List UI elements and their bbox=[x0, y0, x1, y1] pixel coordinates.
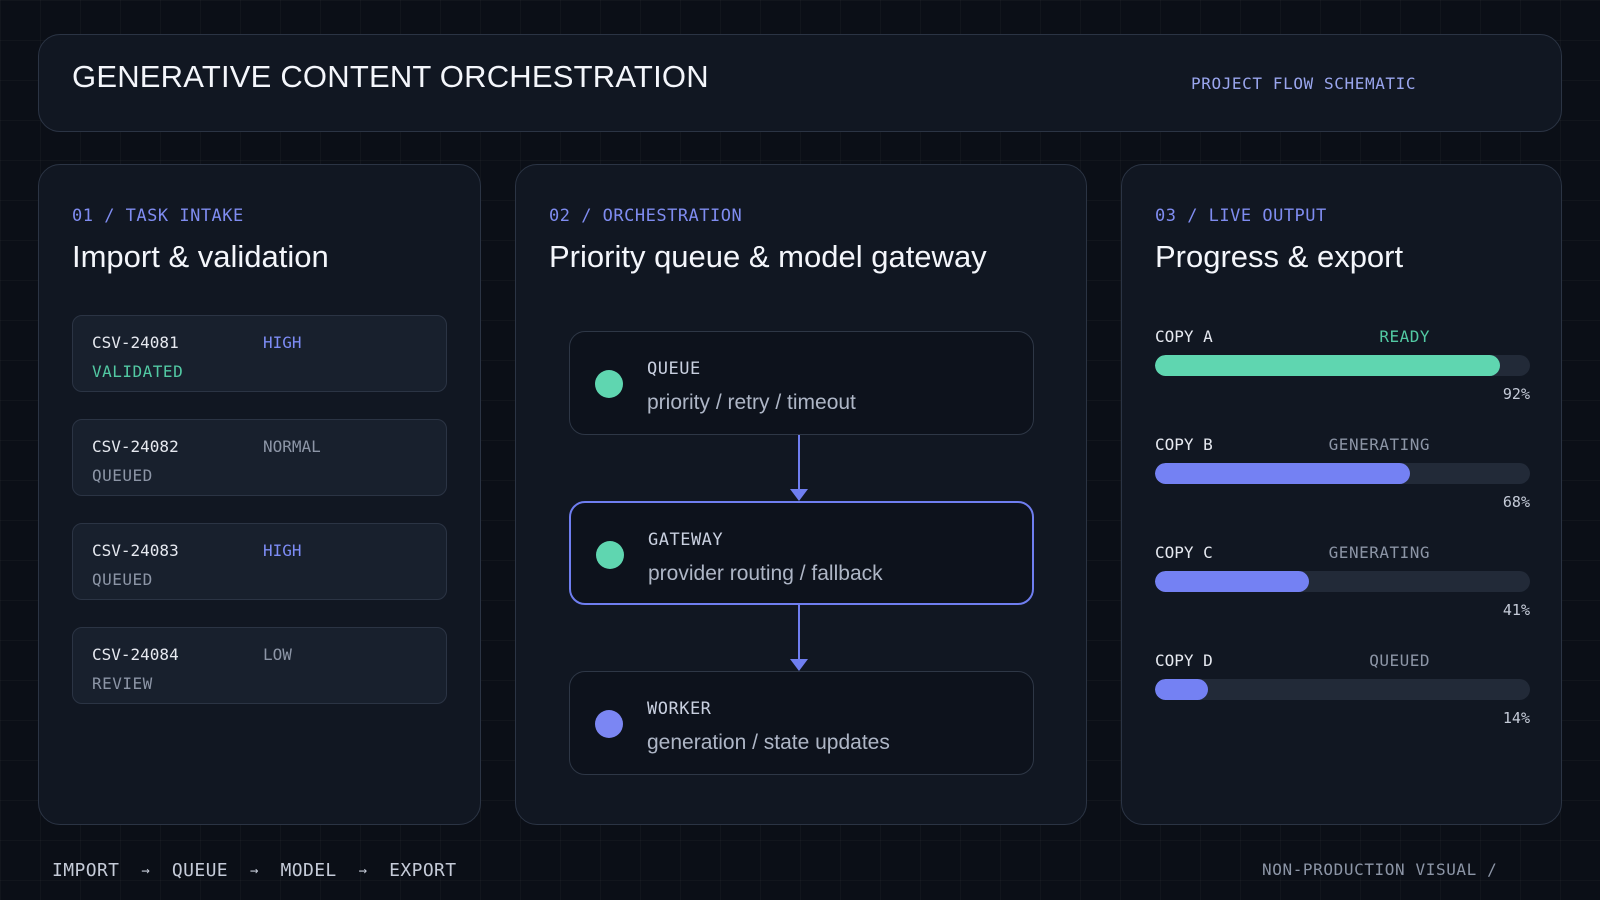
task-status: QUEUED bbox=[92, 570, 153, 589]
pipeline-step-export: EXPORT bbox=[389, 860, 457, 881]
arrow-right-icon: → bbox=[358, 862, 368, 879]
section-title: Import & validation bbox=[72, 239, 329, 274]
node-name: WORKER bbox=[647, 699, 712, 719]
progress-item: COPY D QUEUED 14% bbox=[1155, 651, 1530, 746]
section-label: 03 / LIVE OUTPUT bbox=[1155, 206, 1327, 226]
page-subtitle: PROJECT FLOW SCHEMATIC bbox=[1191, 74, 1417, 93]
task-card[interactable]: CSV-24084 LOW REVIEW bbox=[72, 627, 447, 704]
progress-fill bbox=[1155, 571, 1309, 592]
orchestration-panel: 02 / ORCHESTRATION Priority queue & mode… bbox=[515, 164, 1087, 825]
pipeline-step-queue: QUEUE bbox=[171, 860, 229, 881]
progress-track bbox=[1155, 679, 1530, 700]
task-intake-panel: 01 / TASK INTAKE Import & validation CSV… bbox=[38, 164, 481, 825]
task-status: REVIEW bbox=[92, 674, 153, 693]
status-dot-icon bbox=[596, 541, 624, 569]
task-id: CSV-24083 bbox=[92, 541, 179, 560]
task-id: CSV-24081 bbox=[92, 333, 179, 352]
progress-percent: 41% bbox=[1502, 601, 1530, 619]
arrow-right-icon: → bbox=[250, 862, 259, 879]
node-name: GATEWAY bbox=[648, 530, 724, 550]
progress-percent: 14% bbox=[1502, 709, 1530, 727]
flow-arrow-icon bbox=[790, 435, 808, 501]
task-priority: HIGH bbox=[263, 541, 302, 560]
progress-fill bbox=[1155, 463, 1410, 484]
section-title: Progress & export bbox=[1155, 239, 1404, 274]
task-card[interactable]: CSV-24082 NORMAL QUEUED bbox=[72, 419, 447, 496]
progress-fill bbox=[1155, 679, 1208, 700]
progress-item: COPY A READY 92% bbox=[1155, 327, 1530, 422]
progress-percent: 92% bbox=[1502, 385, 1530, 403]
flow-arrow-icon bbox=[790, 605, 808, 671]
progress-track bbox=[1155, 463, 1530, 484]
progress-status: GENERATING bbox=[1328, 543, 1430, 562]
progress-track bbox=[1155, 355, 1530, 376]
progress-name: COPY C bbox=[1155, 543, 1213, 562]
task-card[interactable]: CSV-24081 HIGH VALIDATED bbox=[72, 315, 447, 392]
flow-node-gateway[interactable]: GATEWAY provider routing / fallback bbox=[569, 501, 1034, 605]
pipeline-step-model: MODEL bbox=[280, 860, 337, 881]
progress-name: COPY B bbox=[1155, 435, 1213, 454]
flow-node-queue[interactable]: QUEUE priority / retry / timeout bbox=[569, 331, 1034, 435]
progress-status: QUEUED bbox=[1369, 651, 1430, 670]
node-description: priority / retry / timeout bbox=[647, 391, 856, 414]
progress-item: COPY C GENERATING 41% bbox=[1155, 543, 1530, 638]
task-status: QUEUED bbox=[92, 466, 153, 485]
node-description: generation / state updates bbox=[647, 731, 890, 754]
header-panel: GENERATIVE CONTENT ORCHESTRATION PROJECT… bbox=[38, 34, 1562, 132]
page-title: GENERATIVE CONTENT ORCHESTRATION bbox=[72, 59, 709, 94]
task-status: VALIDATED bbox=[92, 362, 184, 381]
task-priority: HIGH bbox=[263, 333, 302, 352]
flow-node-worker[interactable]: WORKER generation / state updates bbox=[569, 671, 1034, 775]
node-name: QUEUE bbox=[647, 359, 701, 379]
arrow-right-icon: → bbox=[141, 862, 150, 879]
task-card[interactable]: CSV-24083 HIGH QUEUED bbox=[72, 523, 447, 600]
progress-status: READY bbox=[1379, 327, 1430, 346]
pipeline-step-import: IMPORT bbox=[52, 860, 120, 881]
status-dot-icon bbox=[595, 710, 623, 738]
section-label: 02 / ORCHESTRATION bbox=[549, 206, 743, 226]
task-id: CSV-24084 bbox=[92, 645, 179, 664]
progress-percent: 68% bbox=[1502, 493, 1530, 511]
progress-fill bbox=[1155, 355, 1500, 376]
task-priority: NORMAL bbox=[263, 437, 321, 456]
footer-note: NON-PRODUCTION VISUAL / bbox=[1262, 860, 1498, 879]
node-description: provider routing / fallback bbox=[648, 562, 883, 585]
pipeline-breadcrumb: IMPORT → QUEUE → MODEL → EXPORT bbox=[52, 860, 457, 881]
progress-name: COPY A bbox=[1155, 327, 1213, 346]
progress-track bbox=[1155, 571, 1530, 592]
task-priority: LOW bbox=[263, 645, 292, 664]
task-id: CSV-24082 bbox=[92, 437, 179, 456]
live-output-panel: 03 / LIVE OUTPUT Progress & export COPY … bbox=[1121, 164, 1562, 825]
status-dot-icon bbox=[595, 370, 623, 398]
section-label: 01 / TASK INTAKE bbox=[72, 206, 244, 226]
progress-name: COPY D bbox=[1155, 651, 1213, 670]
progress-status: GENERATING bbox=[1328, 435, 1430, 454]
progress-item: COPY B GENERATING 68% bbox=[1155, 435, 1530, 530]
section-title: Priority queue & model gateway bbox=[549, 239, 987, 274]
